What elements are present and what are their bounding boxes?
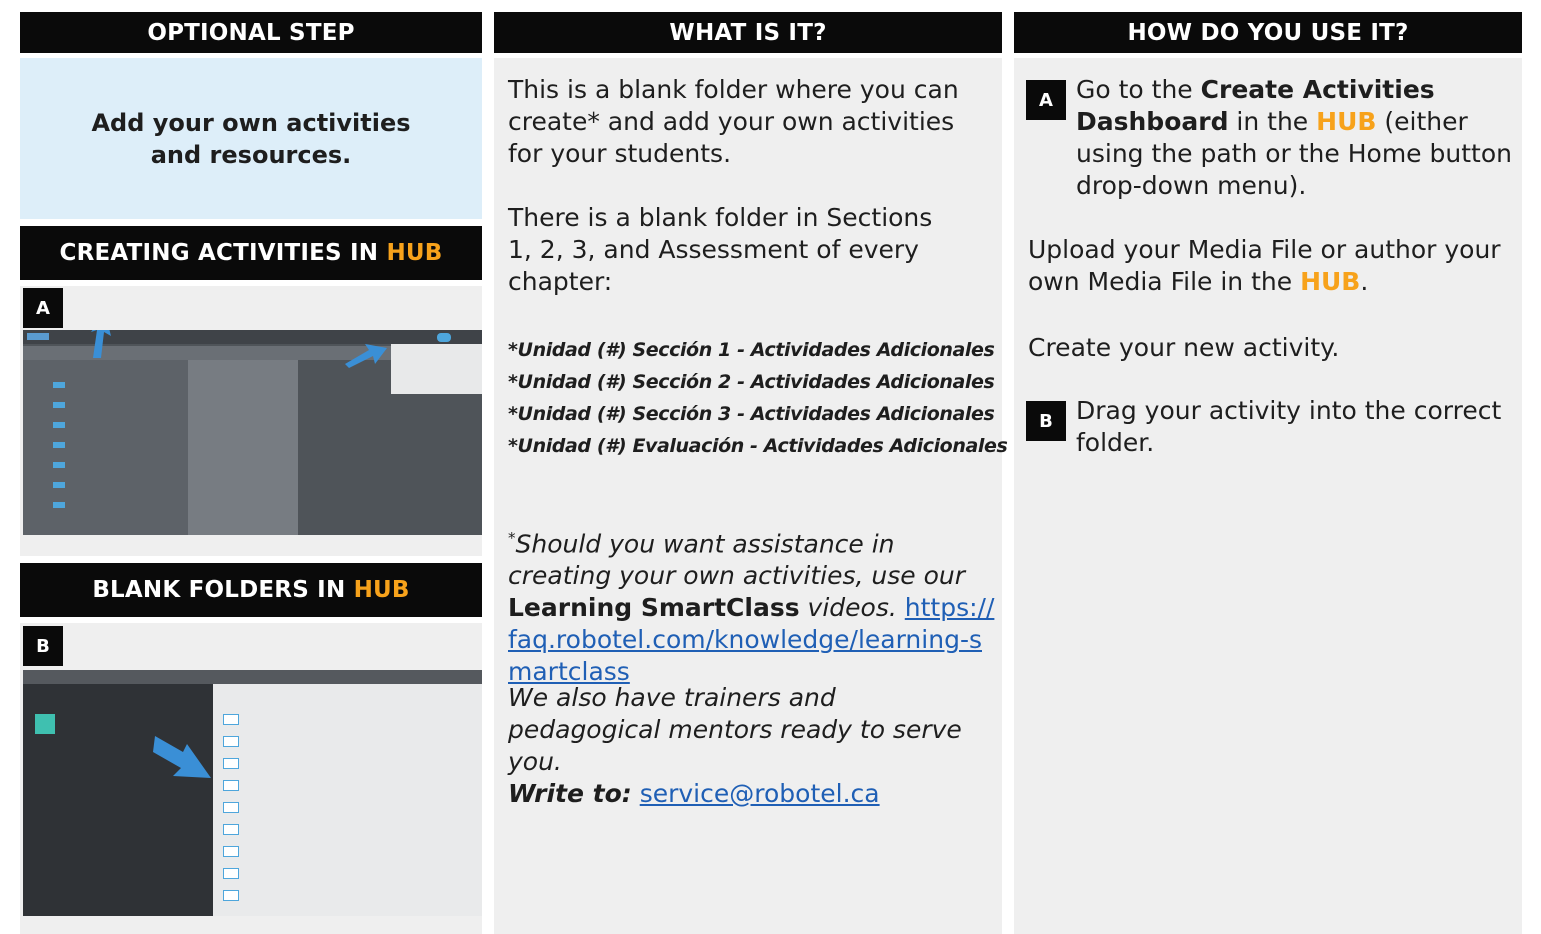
trainers-note: We also have trainers and pedagogical me…	[508, 682, 996, 810]
step-a-badge-text: A	[1039, 89, 1053, 111]
assist-text-1: Should you want assistance in creating y…	[508, 529, 966, 591]
arrow-icon	[153, 736, 211, 778]
screenshot-b-folder	[223, 736, 239, 747]
screenshot-b-folder-tile	[35, 714, 55, 734]
trainers-text: We also have trainers and pedagogical me…	[508, 683, 962, 776]
screenshot-a-home-btn	[437, 333, 451, 342]
step-a-text-2: in the	[1228, 107, 1317, 136]
assist-bold: Learning SmartClass	[508, 593, 800, 623]
screenshot-b-folder	[223, 758, 239, 769]
step-a-badge: A	[1026, 80, 1066, 120]
step-a-text: Go to the Create Activities Dashboard in…	[1076, 74, 1514, 202]
screenshot-a-item1	[53, 382, 65, 388]
section-a-title-text: CREATING ACTIVITIES IN	[59, 240, 387, 266]
screenshot-a-item6	[53, 482, 65, 488]
screenshot-b-folder	[223, 780, 239, 791]
upload-hub: HUB	[1300, 267, 1361, 296]
screenshot-a-item5	[53, 462, 65, 468]
upload-text: Upload your Media File or author your ow…	[1028, 234, 1514, 298]
col2-header: WHAT IS IT?	[494, 12, 1002, 53]
step-b-text: Drag your activity into the correct fold…	[1076, 396, 1502, 457]
screenshot-blank-folders	[23, 670, 482, 916]
folder-item-1: *Unidad (#) Sección 1 - Actividades Adic…	[508, 339, 995, 361]
assistance-note: *Should you want assistance in creating …	[508, 522, 996, 688]
col1-header: OPTIONAL STEP	[20, 12, 482, 53]
intro-line-1: Add your own activities	[91, 108, 411, 137]
section-b-hub: HUB	[353, 577, 410, 603]
step-a-text-1: Go to the	[1076, 75, 1201, 104]
screenshot-a-logo	[27, 333, 49, 340]
screenshot-b-folder	[223, 846, 239, 857]
col2-para2: There is a blank folder in Sections 1, 2…	[508, 203, 933, 296]
screenshot-a-item4	[53, 442, 65, 448]
create-text: Create your new activity.	[1028, 333, 1340, 362]
screenshot-create-dashboard	[23, 330, 482, 535]
screenshot-b-folder	[223, 868, 239, 879]
section-a-hub: HUB	[386, 240, 443, 266]
screenshot-a-item2	[53, 402, 65, 408]
screenshot-b-list	[213, 684, 482, 916]
step-a-hub: HUB	[1316, 107, 1377, 136]
section-b-title-text: BLANK FOLDERS IN	[92, 577, 354, 603]
screenshot-b-folder	[223, 714, 239, 725]
step-b-badge-text: B	[1039, 410, 1053, 432]
screenshot-a-dropdown	[391, 344, 482, 394]
screenshot-b-folder	[223, 890, 239, 901]
intro-line-2: and resources.	[150, 140, 352, 169]
step-b-badge: B	[1026, 401, 1066, 441]
col1-header-text: OPTIONAL STEP	[147, 19, 355, 46]
section-a-badge-text: A	[36, 297, 50, 319]
col2-header-text: WHAT IS IT?	[669, 19, 827, 46]
email-link[interactable]: service@robotel.ca	[640, 779, 880, 808]
screenshot-b-topbar	[23, 670, 482, 684]
upload-text-2: .	[1360, 267, 1369, 296]
screenshot-a-sidebar	[23, 360, 188, 535]
write-to-label: Write to:	[508, 779, 632, 808]
screenshot-a-item7	[53, 502, 65, 508]
screenshot-b-folder	[223, 824, 239, 835]
screenshot-b-folder	[223, 802, 239, 813]
assist-asterisk: *	[508, 529, 516, 547]
assist-text-2: videos.	[799, 593, 905, 623]
folder-item-4: *Unidad (#) Evaluación - Actividades Adi…	[508, 435, 1008, 457]
screenshot-a-item3	[53, 422, 65, 428]
section-b-title: BLANK FOLDERS IN HUB	[20, 563, 482, 617]
section-b-badge: B	[23, 626, 63, 666]
folder-item-3: *Unidad (#) Sección 3 - Actividades Adic…	[508, 403, 995, 425]
section-a-title: CREATING ACTIVITIES IN HUB	[20, 226, 482, 280]
col3-header-text: HOW DO YOU USE IT?	[1127, 19, 1409, 46]
screenshot-a-list	[188, 360, 298, 535]
arrow-icon	[91, 330, 111, 358]
intro-box: Add your own activities and resources.	[20, 58, 482, 219]
col2-para1: This is a blank folder where you can cre…	[508, 75, 959, 168]
folder-list: *Unidad (#) Sección 1 - Actividades Adic…	[508, 334, 1008, 462]
folder-item-2: *Unidad (#) Sección 2 - Actividades Adic…	[508, 371, 995, 393]
section-a-badge: A	[23, 288, 63, 328]
col3-header: HOW DO YOU USE IT?	[1014, 12, 1522, 53]
upload-text-1: Upload your Media File or author your ow…	[1028, 235, 1501, 296]
arrow-icon	[345, 344, 387, 368]
section-b-badge-text: B	[36, 635, 50, 657]
